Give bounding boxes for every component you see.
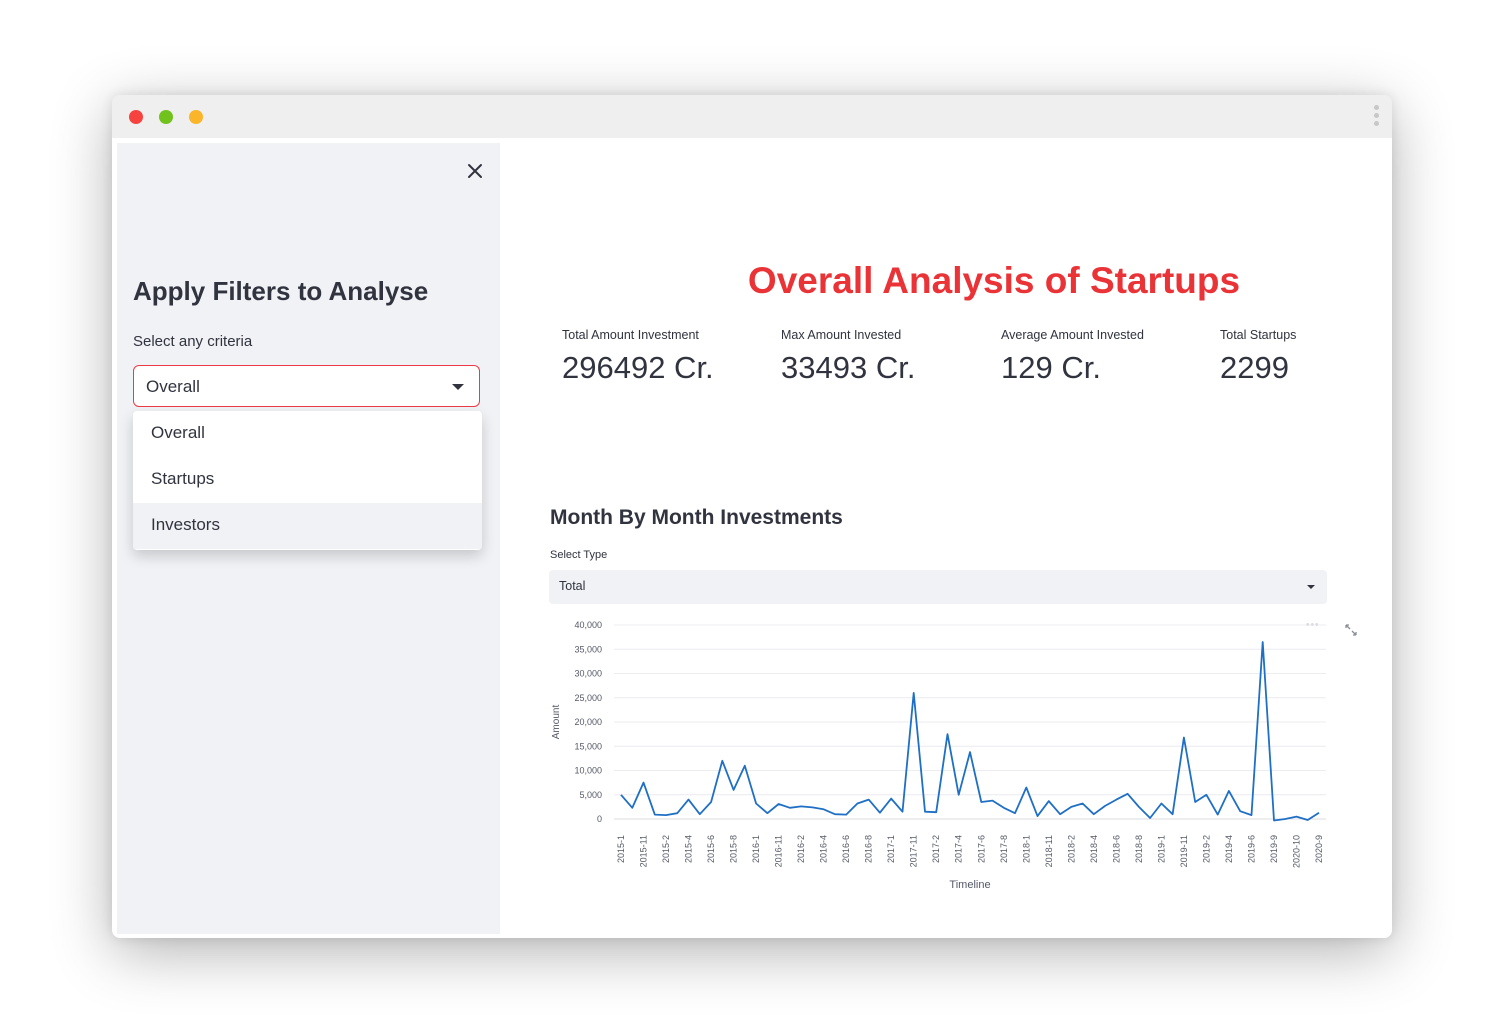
option-investors[interactable]: Investors: [133, 503, 482, 549]
main-content: Overall Analysis of Startups Total Amoun…: [500, 138, 1392, 938]
x-tick-label: 2017-11: [909, 835, 919, 867]
type-label: Select Type: [550, 549, 608, 561]
x-tick-label: 2019-9: [1269, 835, 1279, 863]
more-options-icon[interactable]: [1372, 105, 1380, 129]
x-tick-label: 2015-8: [729, 835, 739, 863]
x-tick-label: 2015-6: [706, 835, 716, 863]
type-select-value: Total: [559, 579, 586, 593]
x-tick-label: 2015-1: [616, 835, 626, 863]
section-title: Month By Month Investments: [550, 506, 843, 529]
x-tick-label: 2015-11: [639, 835, 649, 867]
x-tick-label: 2020-10: [1291, 835, 1301, 868]
series-line: [620, 641, 1320, 822]
x-tick-label: 2016-8: [864, 835, 874, 863]
metric-value: 129 Cr.: [1001, 350, 1101, 385]
close-window-button[interactable]: [129, 110, 143, 124]
option-overall[interactable]: Overall: [133, 411, 482, 457]
maximize-window-button[interactable]: [189, 110, 203, 124]
x-tick-label: 2016-6: [841, 835, 851, 863]
metric-total-investment: Total Amount Investment 296492 Cr.: [562, 328, 714, 386]
x-tick-label: 2019-11: [1179, 835, 1189, 867]
x-tick-label: 2018-4: [1089, 835, 1099, 863]
minimize-window-button[interactable]: [159, 110, 173, 124]
x-tick-label: 2017-6: [976, 835, 986, 863]
metric-max-invested: Max Amount Invested 33493 Cr.: [781, 328, 915, 386]
y-tick-label: 10,000: [574, 766, 602, 776]
x-tick-label: 2017-4: [954, 835, 964, 863]
x-tick-label: 2017-1: [886, 835, 896, 863]
x-tick-label: 2019-6: [1246, 835, 1256, 863]
metric-total-startups: Total Startups 2299: [1220, 328, 1296, 386]
x-tick-label: 2015-4: [684, 835, 694, 863]
metric-label: Total Startups: [1220, 328, 1297, 342]
x-tick-label: 2019-1: [1156, 835, 1166, 863]
x-tick-label: 2018-11: [1044, 835, 1054, 867]
criteria-select[interactable]: Overall: [133, 365, 480, 407]
x-axis-label: Timeline: [949, 879, 990, 891]
browser-window: Apply Filters to Analyse Select any crit…: [112, 95, 1392, 938]
page-title: Overall Analysis of Startups: [747, 260, 1241, 301]
line-chart[interactable]: 0 5,000 10,000 15,000 20,000 25,000 30,000 35,0…: [540, 612, 1370, 898]
metric-label: Average Amount Invested: [1001, 328, 1144, 342]
metric-value: 296492 Cr.: [562, 350, 714, 385]
x-tick-label: 2018-8: [1134, 835, 1144, 863]
chevron-down-icon: [452, 384, 464, 390]
close-icon[interactable]: [463, 159, 487, 183]
y-tick-label: 30,000: [574, 669, 602, 679]
y-tick-label: 5,000: [579, 790, 602, 800]
x-tick-label: 2019-2: [1201, 835, 1211, 863]
x-tick-label: 2020-9: [1314, 835, 1324, 863]
x-tick-label: 2019-4: [1224, 835, 1234, 863]
metric-label: Max Amount Invested: [781, 328, 902, 342]
x-tick-label: 2016-2: [796, 835, 806, 863]
y-tick-label: 40,000: [574, 620, 602, 630]
x-tick-label: 2018-1: [1021, 835, 1031, 863]
y-tick-label: 20,000: [574, 717, 602, 727]
y-tick-label: 15,000: [574, 741, 602, 751]
y-tick-label: 25,000: [574, 693, 602, 703]
criteria-dropdown: Overall Startups Investors: [133, 411, 482, 550]
y-axis-label: Amount: [551, 705, 562, 740]
x-tick-label: 2016-1: [751, 835, 761, 863]
sidebar: Apply Filters to Analyse Select any crit…: [117, 143, 500, 934]
title-bar: [112, 95, 1392, 138]
x-tick-label: 2015-2: [661, 835, 671, 863]
metric-label: Total Amount Investment: [562, 328, 699, 342]
sidebar-title: Apply Filters to Analyse: [133, 276, 429, 306]
y-tick-label: 35,000: [574, 644, 602, 654]
criteria-select-value: Overall: [146, 377, 200, 396]
x-tick-label: 2016-11: [774, 835, 784, 867]
y-tick-label: 0: [597, 814, 602, 824]
metric-average-invested: Average Amount Invested 129 Cr.: [1001, 328, 1144, 386]
x-tick-label: 2017-8: [999, 835, 1009, 863]
metric-value: 2299: [1220, 350, 1289, 385]
x-tick-label: 2018-6: [1111, 835, 1121, 863]
x-tick-label: 2016-4: [819, 835, 829, 863]
type-select[interactable]: Total: [549, 570, 1327, 604]
criteria-label: Select any criteria: [133, 333, 253, 350]
x-tick-label: 2018-2: [1066, 835, 1076, 863]
x-tick-label: 2017-2: [931, 835, 941, 863]
chevron-down-icon: [1307, 585, 1315, 589]
option-startups[interactable]: Startups: [133, 457, 482, 503]
metric-value: 33493 Cr.: [781, 350, 916, 385]
